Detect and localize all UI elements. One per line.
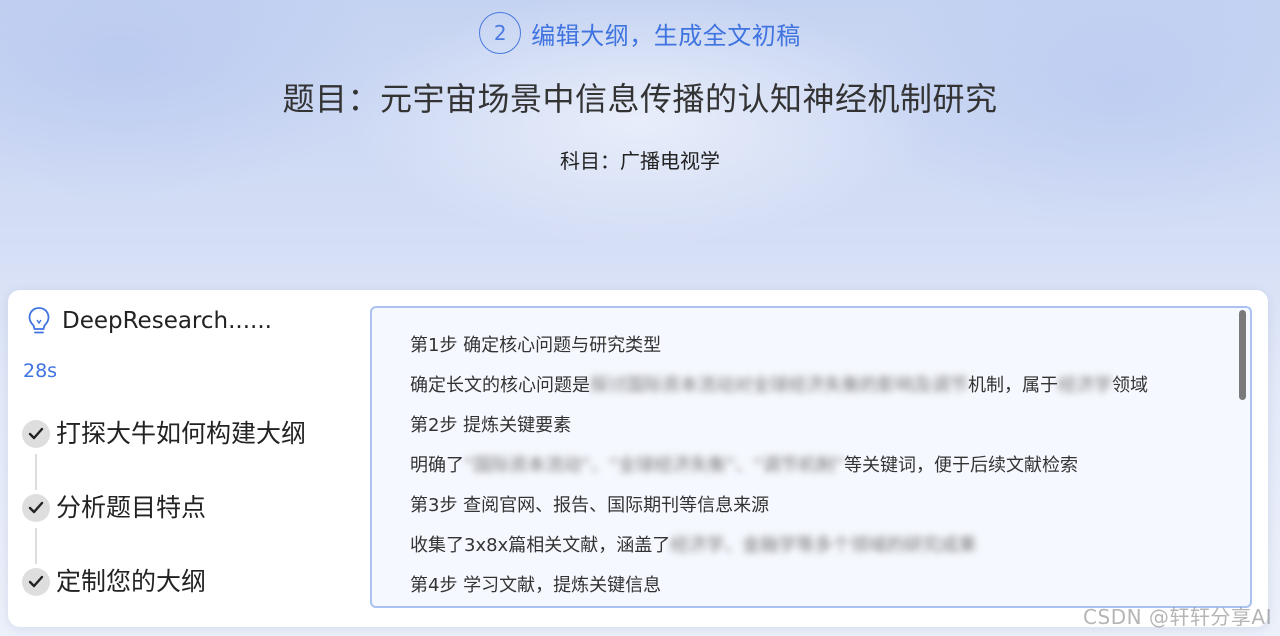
check-icon: [22, 420, 50, 448]
log-text: 明确了: [410, 455, 464, 476]
blurred-text: 经济学、金融学等多个领域的研究成果: [670, 535, 977, 556]
progress-steps: 打探大牛如何构建大纲 分析题目特点 定制您的大纲: [22, 418, 362, 636]
deep-research-panel: DeepResearch...... 28s 打探大牛如何构建大纲 分析题目特点…: [8, 290, 1268, 627]
page-title: 题目：元宇宙场景中信息传播的认知神经机制研究: [282, 80, 998, 118]
blurred-text: 探讨国际资本流动对全球经济失衡的影响及调节: [590, 375, 968, 396]
progress-step: 分析题目特点: [22, 492, 362, 566]
log-text: 机制，属于: [968, 375, 1058, 396]
progress-step-label: 定制您的大纲: [56, 567, 207, 596]
check-icon: [22, 494, 50, 522]
log-text: 第4步 学习文献，提炼关键信息: [410, 575, 662, 596]
log-line: 第2步 提炼关键要素: [410, 410, 1210, 450]
log-text: 第1步 确定核心问题与研究类型: [410, 335, 662, 356]
step-header: 2 编辑大纲，生成全文初稿: [0, 12, 1280, 54]
step-connector: [35, 528, 37, 564]
step-number-badge: 2: [479, 12, 522, 54]
progress-step-label: 分析题目特点: [56, 493, 207, 522]
log-text: 领域: [1112, 375, 1148, 396]
log-line: 收集了3x8x篇相关文献，涵盖了经济学、金融学等多个领域的研究成果: [410, 530, 1210, 570]
elapsed-timer: 28s: [23, 360, 58, 382]
log-text: 等关键词，便于后续文献检索: [843, 455, 1078, 476]
research-log-box[interactable]: 第1步 确定核心问题与研究类型 确定长文的核心问题是探讨国际资本流动对全球经济失…: [370, 306, 1252, 608]
lightbulb-icon: [28, 307, 50, 334]
log-text: 第3步 查阅官网、报告、国际期刊等信息来源: [410, 495, 770, 516]
step-title: 编辑大纲，生成全文初稿: [531, 21, 801, 50]
progress-step-label: 打探大牛如何构建大纲: [56, 419, 307, 448]
progress-step: 打探大牛如何构建大纲: [22, 418, 362, 492]
research-log-lines: 第1步 确定核心问题与研究类型 确定长文的核心问题是探讨国际资本流动对全球经济失…: [410, 330, 1210, 606]
research-title: DeepResearch......: [62, 308, 272, 334]
log-line: 明确了“国际资本流动”、“全球经济失衡”、“调节机制”等关键词，便于后续文献检索: [410, 450, 1210, 490]
progress-step: 定制您的大纲: [22, 566, 362, 636]
watermark: CSDN @轩轩分享AI: [1083, 605, 1272, 629]
log-text: 收集了3x8x篇相关文献，涵盖了: [410, 535, 671, 556]
step-connector: [35, 454, 37, 490]
log-text: 确定长文的核心问题是: [410, 375, 590, 396]
log-line: 确定长文的核心问题是探讨国际资本流动对全球经济失衡的影响及调节机制，属于经济学领…: [410, 370, 1210, 410]
log-text: 第2步 提炼关键要素: [410, 415, 572, 436]
scrollbar[interactable]: [1239, 310, 1246, 400]
blurred-text: 经济学: [1058, 375, 1112, 396]
subject-label: 科目：广播电视学: [560, 149, 720, 173]
log-line: 第1步 确定核心问题与研究类型: [410, 330, 1210, 370]
blurred-text: “国际资本流动”、“全球经济失衡”、“调节机制”: [464, 455, 844, 476]
check-icon: [22, 568, 50, 596]
log-line: 第3步 查阅官网、报告、国际期刊等信息来源: [410, 490, 1210, 530]
